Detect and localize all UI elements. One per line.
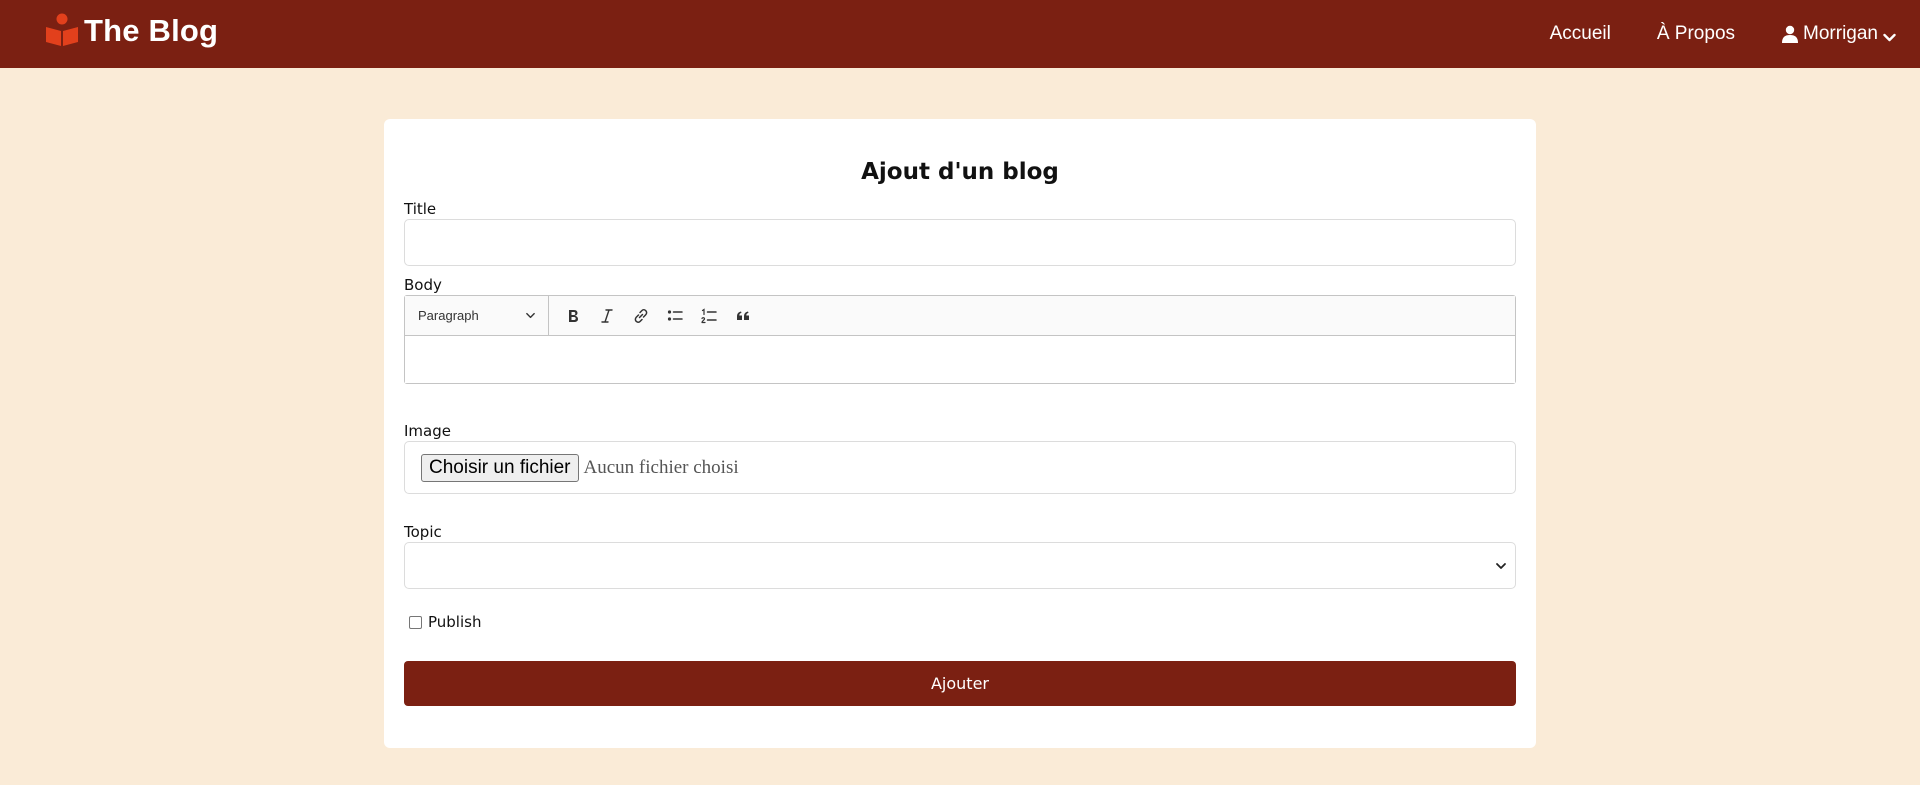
navbar: The Blog Accueil À Propos Morrigan <box>0 0 1920 68</box>
heading-dropdown[interactable]: Paragraph <box>405 296 549 335</box>
formatting-buttons <box>549 299 760 333</box>
numbered-list-button[interactable] <box>692 299 726 333</box>
body-label: Body <box>404 276 442 294</box>
nav-home-link[interactable]: Accueil <box>1550 23 1611 45</box>
brand-name: The Blog <box>84 13 219 48</box>
user-icon <box>1781 25 1799 43</box>
editor-toolbar: Paragraph <box>405 296 1515 336</box>
publish-checkbox[interactable] <box>409 615 422 629</box>
numbered-list-icon <box>701 307 717 323</box>
italic-button[interactable] <box>590 299 624 333</box>
link-icon <box>634 308 648 323</box>
file-status-text: Aucun fichier choisi <box>583 456 739 478</box>
image-file-input: Choisir un fichier Aucun fichier choisi <box>404 441 1516 494</box>
chevron-down-icon <box>1496 562 1506 569</box>
topic-label: Topic <box>404 523 442 541</box>
publish-label: Publish <box>428 613 482 631</box>
user-name: Morrigan <box>1803 23 1878 44</box>
link-button[interactable] <box>624 299 658 333</box>
title-input[interactable] <box>404 219 1516 266</box>
body-editor-content[interactable] <box>405 336 1515 383</box>
bold-button[interactable] <box>556 299 590 333</box>
body-editor: Paragraph <box>404 295 1516 384</box>
bold-icon <box>569 309 578 322</box>
user-menu-toggle[interactable]: Morrigan <box>1781 23 1896 45</box>
heading-dropdown-label: Paragraph <box>418 308 479 323</box>
nav-links: Accueil À Propos Morrigan <box>1550 23 1896 45</box>
brand-link[interactable]: The Blog <box>44 13 218 49</box>
italic-icon <box>601 308 613 323</box>
nav-about-link[interactable]: À Propos <box>1657 23 1735 45</box>
title-label: Title <box>404 200 437 218</box>
choose-file-button[interactable]: Choisir un fichier <box>421 453 579 482</box>
bulleted-list-icon <box>667 309 683 321</box>
add-button[interactable]: Ajouter <box>404 661 1516 706</box>
image-label: Image <box>404 422 451 440</box>
chevron-down-icon <box>526 312 535 319</box>
blog-form-card: Ajout d'un blog Title Body Paragraph Ima… <box>384 119 1536 748</box>
book-reader-icon <box>44 13 80 47</box>
quote-icon <box>737 311 749 320</box>
form-title: Ajout d'un blog <box>861 159 1059 185</box>
topic-select[interactable] <box>404 542 1516 589</box>
bulleted-list-button[interactable] <box>658 299 692 333</box>
blockquote-button[interactable] <box>726 299 760 333</box>
chevron-down-icon <box>1883 28 1896 41</box>
publish-row: Publish <box>404 613 1516 631</box>
